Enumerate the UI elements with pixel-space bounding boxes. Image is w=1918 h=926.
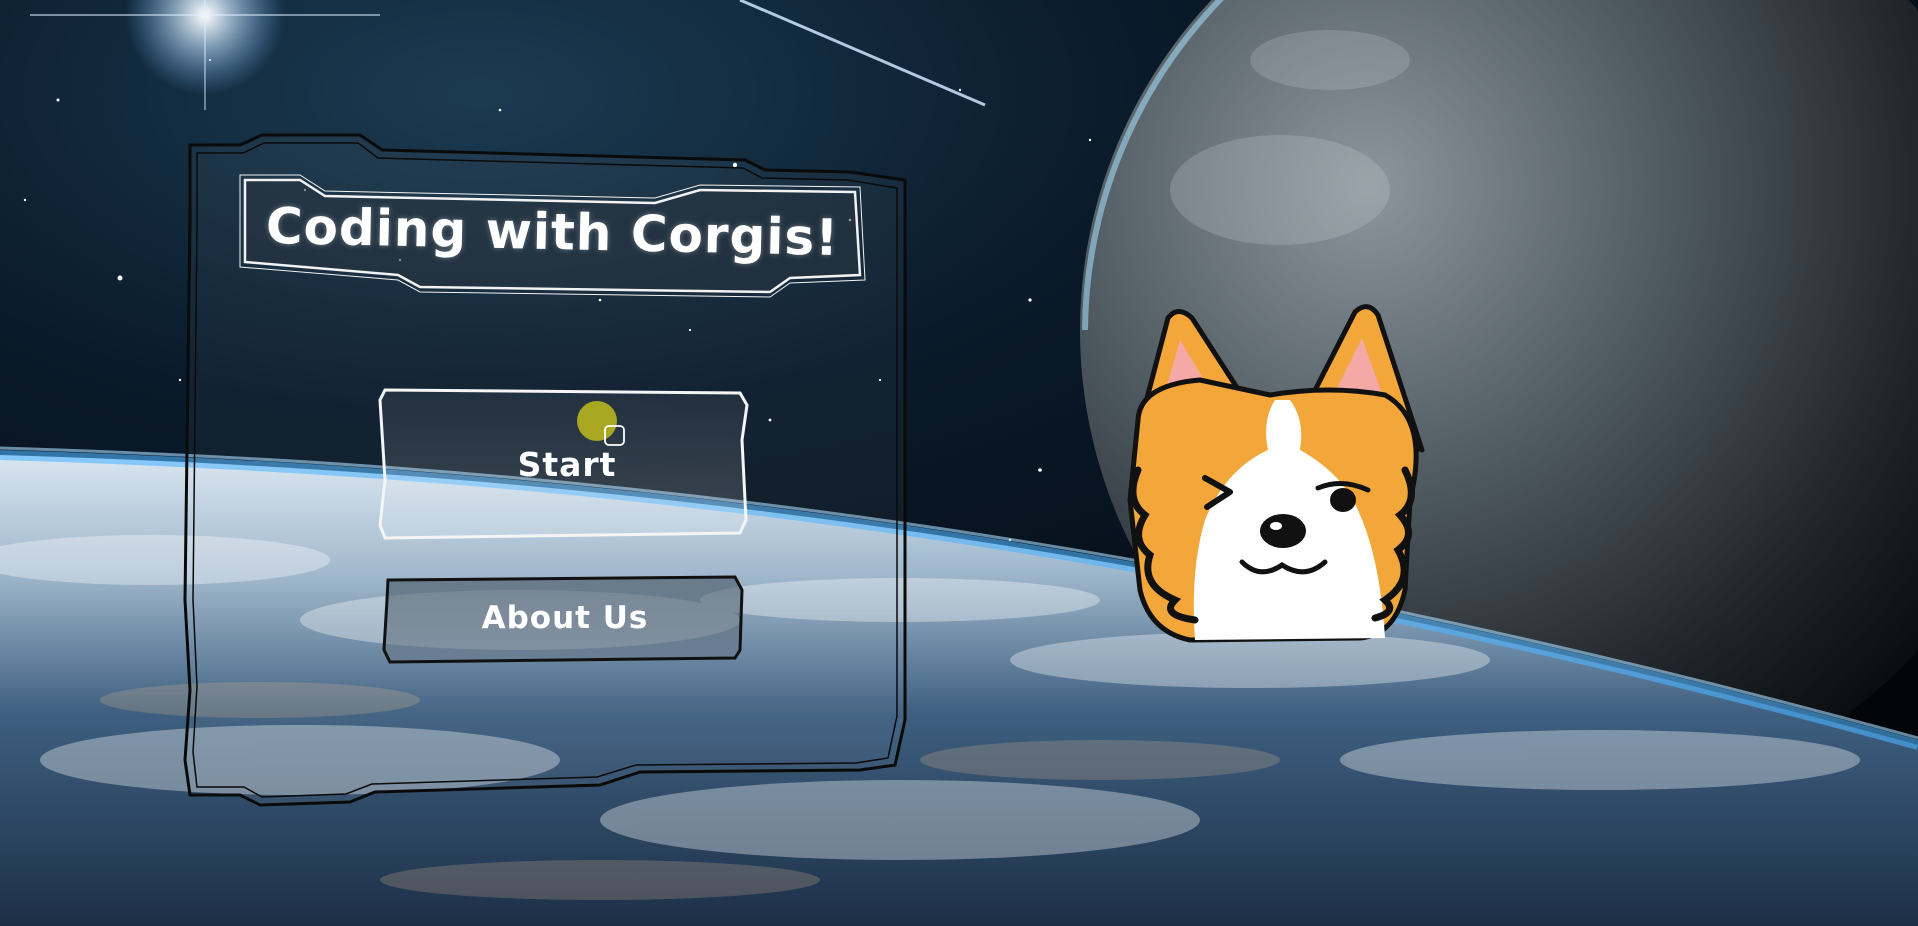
game-main-menu-screen: Coding with Corgis! Start About Us [0, 0, 1918, 926]
space-background [0, 0, 1918, 926]
about-us-button-label: About Us [481, 600, 649, 636]
start-button-label: Start [517, 445, 617, 484]
